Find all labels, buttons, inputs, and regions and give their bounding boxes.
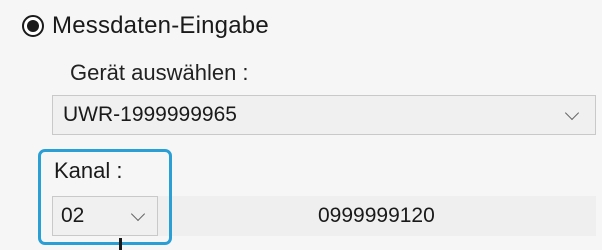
chevron-down-icon <box>564 105 580 121</box>
device-select[interactable]: UWR-1999999965 <box>52 95 596 135</box>
mode-radio-label: Messdaten-Eingabe <box>52 12 269 39</box>
callout-pointer-line <box>119 238 122 250</box>
radio-selected-dot <box>27 20 39 32</box>
device-select-label: Gerät auswählen : <box>70 60 249 85</box>
mode-radio-option[interactable]: Messdaten-Eingabe <box>22 8 269 44</box>
serial-number-value: 0999999120 <box>318 204 435 227</box>
device-select-value: UWR-1999999965 <box>63 103 237 126</box>
mode-radio-button[interactable] <box>22 15 44 37</box>
channel-highlight-callout <box>38 149 172 245</box>
